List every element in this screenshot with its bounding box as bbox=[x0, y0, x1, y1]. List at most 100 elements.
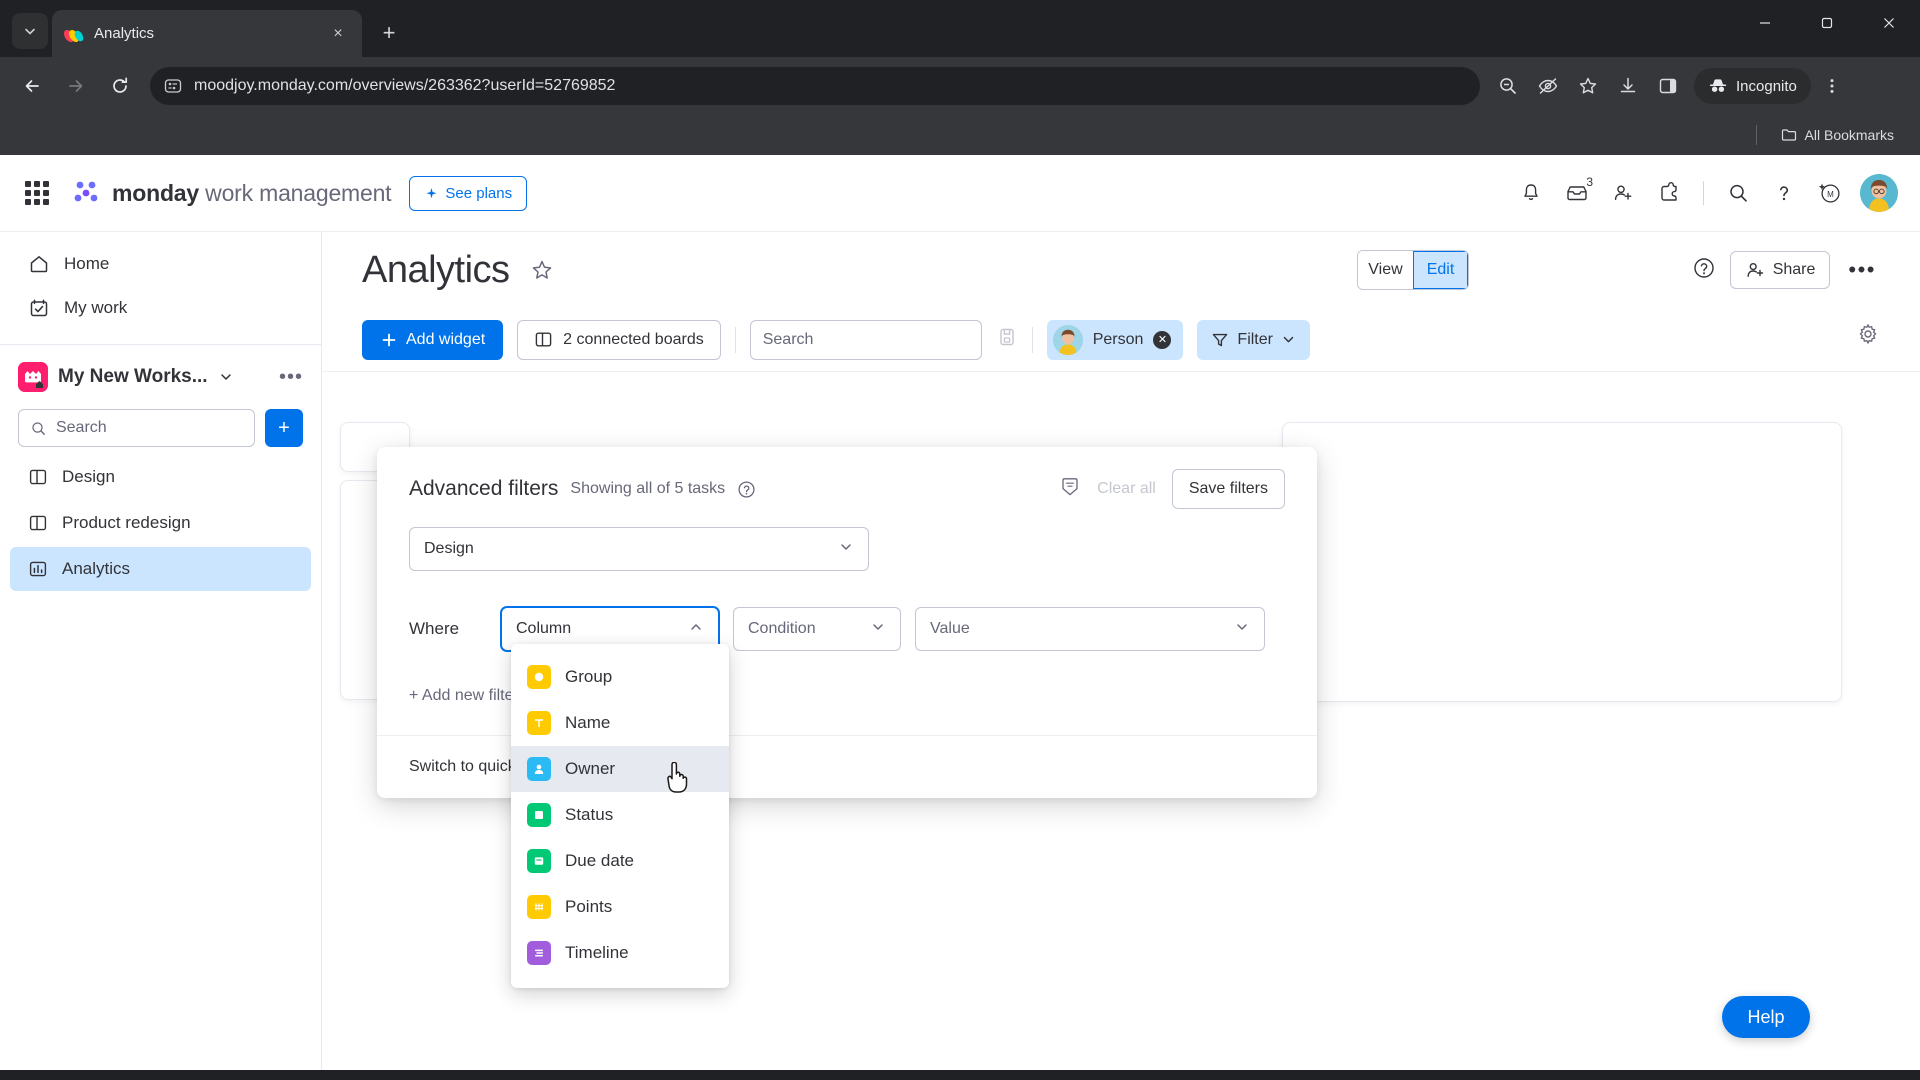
sidebar-search-box[interactable] bbox=[18, 409, 255, 447]
condition-select-value: Condition bbox=[748, 620, 816, 637]
reload-button[interactable] bbox=[100, 66, 140, 106]
zoom-out-icon[interactable] bbox=[1490, 68, 1526, 104]
tab-title: Analytics bbox=[94, 25, 155, 42]
search-icon[interactable] bbox=[1718, 173, 1758, 213]
download-icon[interactable] bbox=[1610, 68, 1646, 104]
forward-button[interactable] bbox=[56, 66, 96, 106]
workspace-more-button[interactable]: ••• bbox=[279, 366, 303, 389]
tab-close-icon[interactable]: × bbox=[326, 22, 350, 46]
maximize-button[interactable] bbox=[1796, 0, 1858, 46]
column-option-due-date[interactable]: Due date bbox=[511, 838, 729, 884]
browser-menu-button[interactable] bbox=[1815, 68, 1849, 104]
sidebar-board-analytics[interactable]: Analytics bbox=[10, 547, 311, 591]
column-option-group[interactable]: Group bbox=[511, 654, 729, 700]
value-select[interactable]: Value bbox=[915, 607, 1265, 651]
workspace-selector[interactable]: My New Works... ••• bbox=[0, 355, 321, 399]
incognito-indicator[interactable]: Incognito bbox=[1694, 68, 1811, 104]
new-tab-button[interactable]: + bbox=[372, 16, 406, 50]
chevron-down-icon bbox=[870, 619, 886, 640]
save-filters-label: Save filters bbox=[1188, 480, 1268, 497]
side-panel-icon[interactable] bbox=[1650, 68, 1686, 104]
widget-search-input[interactable] bbox=[762, 330, 970, 349]
remove-person-filter-icon[interactable]: ✕ bbox=[1153, 330, 1172, 349]
person-filter-chip[interactable]: Person ✕ bbox=[1046, 319, 1184, 360]
help-circle-icon[interactable] bbox=[1692, 256, 1716, 285]
invite-member-icon[interactable] bbox=[1603, 173, 1643, 213]
sidebar-add-button[interactable]: + bbox=[265, 409, 303, 447]
waffle-grid-icon[interactable] bbox=[22, 178, 52, 208]
help-question-icon[interactable] bbox=[1764, 173, 1804, 213]
column-select-value: Column bbox=[516, 620, 572, 637]
date-icon bbox=[527, 849, 551, 873]
eye-off-icon[interactable] bbox=[1530, 68, 1566, 104]
widget-card[interactable] bbox=[1282, 422, 1842, 702]
filter-history-icon[interactable] bbox=[1059, 476, 1081, 503]
help-circle-icon[interactable] bbox=[737, 480, 756, 499]
gear-icon[interactable] bbox=[1856, 322, 1880, 351]
widget-toolbar: Add widget 2 connected boards Search Per… bbox=[322, 308, 1920, 372]
user-avatar[interactable] bbox=[1860, 174, 1898, 212]
address-bar[interactable]: moodjoy.monday.com/overviews/263362?user… bbox=[150, 67, 1480, 105]
page-header-actions: Share ••• bbox=[1692, 251, 1880, 289]
column-option-label: Name bbox=[565, 713, 611, 732]
column-option-name[interactable]: Name bbox=[511, 700, 729, 746]
add-widget-button[interactable]: Add widget bbox=[362, 319, 504, 360]
ai-sparkle-icon[interactable]: M bbox=[1810, 173, 1850, 213]
tab-strip: Analytics × + bbox=[0, 0, 1920, 57]
column-dropdown-menu: Group Name Owner Status Due date Points … bbox=[511, 644, 729, 988]
column-option-timeline[interactable]: Timeline bbox=[511, 930, 729, 976]
header-divider bbox=[1703, 181, 1704, 205]
connected-boards-button[interactable]: 2 connected boards bbox=[517, 319, 721, 360]
board-select-value: Design bbox=[424, 540, 474, 557]
sidebar-item-label: Home bbox=[64, 254, 110, 273]
help-fab-button[interactable]: Help bbox=[1722, 996, 1810, 1038]
brand-text: monday work management bbox=[112, 180, 392, 207]
sidebar-board-product-redesign[interactable]: Product redesign bbox=[10, 501, 311, 545]
filter-button[interactable]: Filter bbox=[1197, 319, 1310, 360]
bookmark-star-icon[interactable] bbox=[1570, 68, 1606, 104]
save-view-icon[interactable] bbox=[996, 326, 1018, 353]
folder-icon bbox=[1781, 129, 1796, 141]
chevron-down-icon[interactable] bbox=[218, 369, 234, 385]
numbers-icon bbox=[527, 895, 551, 919]
notifications-bell-icon[interactable] bbox=[1511, 173, 1551, 213]
widget-search-box[interactable] bbox=[749, 319, 982, 360]
column-option-points[interactable]: Points bbox=[511, 884, 729, 930]
column-option-status[interactable]: Status bbox=[511, 792, 729, 838]
minimize-button[interactable] bbox=[1734, 0, 1796, 46]
close-window-button[interactable] bbox=[1858, 0, 1920, 46]
page-info-icon[interactable] bbox=[164, 77, 182, 95]
see-plans-button[interactable]: See plans bbox=[409, 175, 528, 211]
monday-favicon-icon bbox=[64, 24, 84, 44]
sidebar-search-input[interactable] bbox=[55, 419, 242, 437]
favorite-star-icon[interactable] bbox=[530, 258, 554, 282]
tab-search-button[interactable] bbox=[12, 13, 48, 49]
filters-showing-count: Showing all of 5 tasks bbox=[570, 480, 726, 497]
column-option-owner[interactable]: Owner bbox=[511, 746, 729, 792]
sidebar-item-my-work[interactable]: My work bbox=[10, 286, 311, 330]
sidebar-board-design[interactable]: Design bbox=[10, 455, 311, 499]
view-edit-toggle: View Edit bbox=[1357, 250, 1469, 290]
save-filters-button[interactable]: Save filters bbox=[1171, 469, 1285, 509]
column-option-label: Due date bbox=[565, 851, 634, 870]
inbox-icon[interactable]: 3 bbox=[1557, 173, 1597, 213]
page-more-button[interactable]: ••• bbox=[1844, 257, 1880, 283]
browser-tab[interactable]: Analytics × bbox=[52, 10, 362, 57]
address-bar-url: moodjoy.monday.com/overviews/263362?user… bbox=[194, 77, 616, 94]
apps-marketplace-icon[interactable] bbox=[1649, 173, 1689, 213]
chevron-down-icon bbox=[1234, 619, 1250, 640]
all-bookmarks-button[interactable]: All Bookmarks bbox=[1773, 123, 1902, 147]
chevron-up-icon bbox=[688, 619, 704, 640]
sparkle-icon bbox=[426, 187, 437, 198]
sidebar-item-home[interactable]: Home bbox=[10, 242, 311, 286]
view-mode-button[interactable]: View bbox=[1358, 251, 1413, 289]
board-select[interactable]: Design bbox=[409, 527, 869, 571]
back-button[interactable] bbox=[12, 66, 52, 106]
column-option-label: Status bbox=[565, 805, 614, 824]
brand-logo-area[interactable]: monday work management bbox=[70, 177, 392, 209]
share-button[interactable]: Share bbox=[1729, 251, 1831, 289]
clear-all-button[interactable]: Clear all bbox=[1097, 480, 1156, 498]
filter-funnel-icon bbox=[1213, 333, 1228, 346]
condition-select[interactable]: Condition bbox=[733, 607, 901, 651]
edit-mode-button[interactable]: Edit bbox=[1413, 251, 1468, 289]
